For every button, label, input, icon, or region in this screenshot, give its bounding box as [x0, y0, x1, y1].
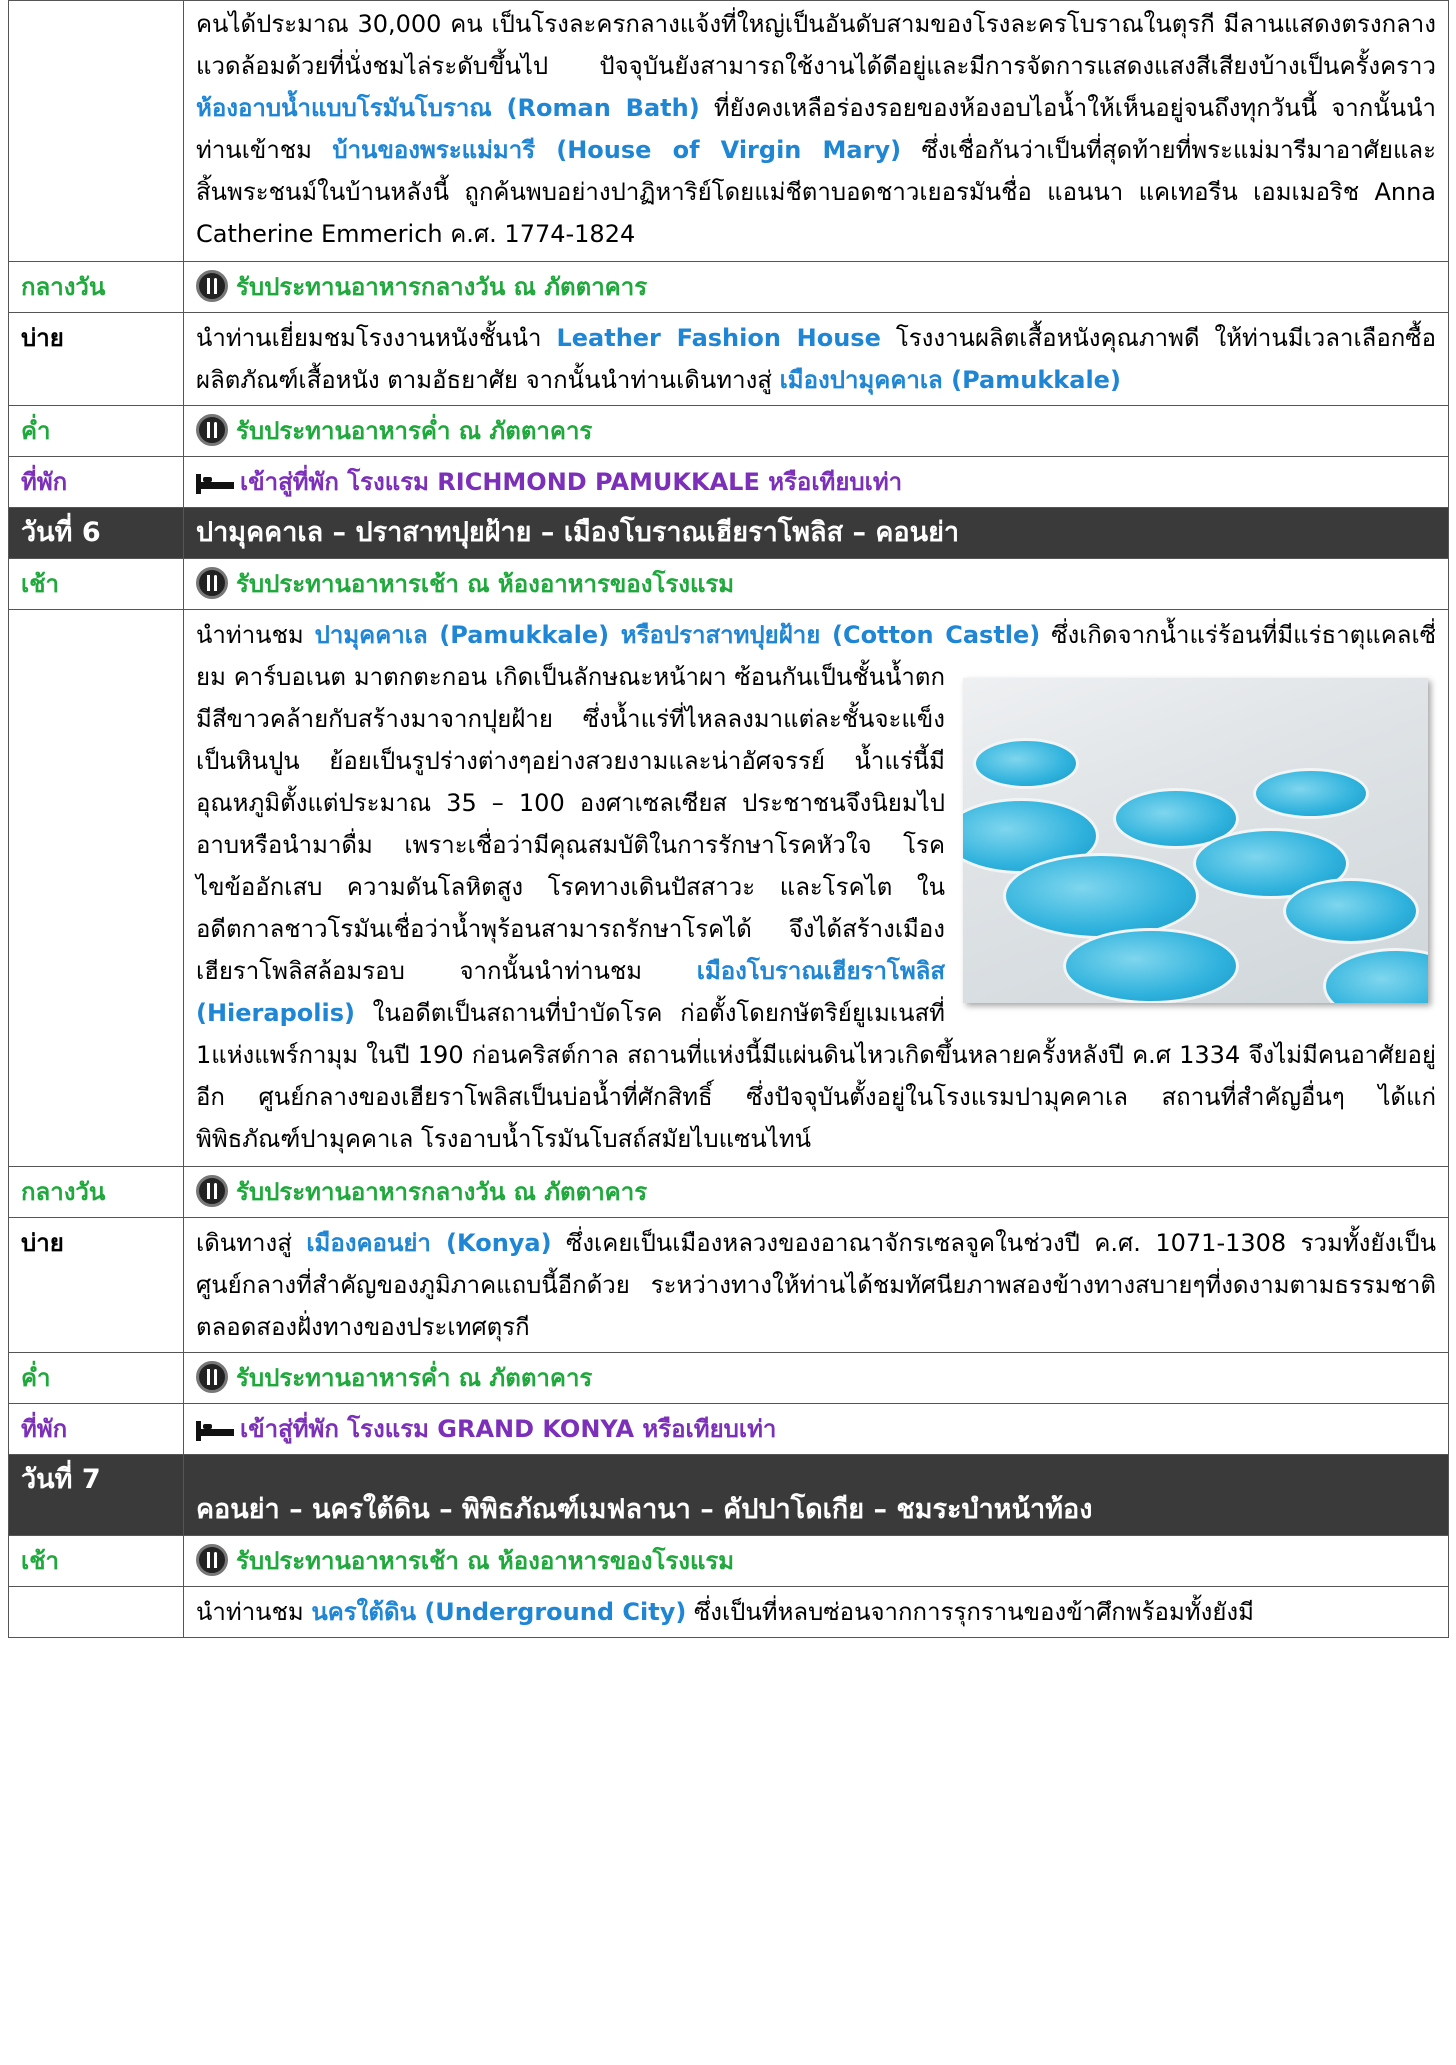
leather-fashion-house-link: Leather Fashion House [556, 324, 881, 352]
pamukkale-terraces-photo [963, 678, 1428, 1003]
pamukkale-description: นำท่านชม ปามุคคาเล (Pamukkale) หรือปราสา… [183, 609, 1449, 1167]
dinner-text: รับประทานอาหารค่ำ ณ ภัตตาคาร [236, 417, 593, 445]
meal-plate-icon [196, 567, 228, 599]
konya-description: เดินทางสู่ เมืองคอนย่า (Konya) ซึ่งเคยเป… [183, 1217, 1449, 1353]
dinner-text: รับประทานอาหารค่ำ ณ ภัตตาคาร [236, 1364, 593, 1392]
hotel-row-6: ที่พัก เข้าสู่ที่พัก โรงแรม GRAND KONYA … [8, 1403, 1449, 1455]
meal-plate-icon [196, 1361, 228, 1393]
day-7-title: คอนย่า – นครใต้ดิน – พิพิธภัณฑ์เมฟลานา –… [183, 1454, 1449, 1536]
lunch-row-1: กลางวัน รับประทานอาหารกลางวัน ณ ภัตตาคาร [8, 261, 1449, 313]
hotel-row-1: ที่พัก เข้าสู่ที่พัก โรงแรม RICHMOND PAM… [8, 456, 1449, 508]
dinner-label: ค่ำ [8, 405, 184, 457]
day-7-header: วันที่ 7 คอนย่า – นครใต้ดิน – พิพิธภัณฑ์… [8, 1454, 1449, 1536]
lunch-text: รับประทานอาหารกลางวัน ณ ภัตตาคาร [236, 1178, 648, 1206]
hotel-label: ที่พัก [8, 1403, 184, 1455]
breakfast-row-6: เช้า รับประทานอาหารเช้า ณ ห้องอาหารของโร… [8, 558, 1449, 610]
pamukkale-city-link: เมืองปามุคคาเล (Pamukkale) [779, 366, 1121, 394]
konya-city-link: เมืองคอนย่า (Konya) [306, 1229, 552, 1257]
itinerary-table: คนได้ประมาณ 30,000 คน เป็นโรงละครกลางแจ้… [8, 0, 1449, 1638]
afternoon-description: นำท่านเยี่ยมชมโรงงานหนังชั้นนำ Leather F… [183, 312, 1449, 406]
lunch-row-6: กลางวัน รับประทานอาหารกลางวัน ณ ภัตตาคาร [8, 1166, 1449, 1218]
hotel-text: เข้าสู่ที่พัก โรงแรม RICHMOND PAMUKKALE … [240, 468, 903, 496]
breakfast-row-7: เช้า รับประทานอาหารเช้า ณ ห้องอาหารของโร… [8, 1535, 1449, 1587]
dinner-label: ค่ำ [8, 1352, 184, 1404]
bed-icon [196, 474, 234, 494]
underground-city-description: นำท่านชม นครใต้ดิน (Underground City) ซึ… [183, 1586, 1449, 1638]
afternoon-row-6: บ่าย เดินทางสู่ เมืองคอนย่า (Konya) ซึ่ง… [8, 1217, 1449, 1353]
lunch-label: กลางวัน [8, 1166, 184, 1218]
breakfast-label: เช้า [8, 1535, 184, 1587]
hotel-text: เข้าสู่ที่พัก โรงแรม GRAND KONYA หรือเที… [240, 1415, 777, 1443]
dinner-row-6: ค่ำ รับประทานอาหารค่ำ ณ ภัตตาคาร [8, 1352, 1449, 1404]
meal-plate-icon [196, 1544, 228, 1576]
dinner-row-1: ค่ำ รับประทานอาหารค่ำ ณ ภัตตาคาร [8, 405, 1449, 457]
intro-row: คนได้ประมาณ 30,000 คน เป็นโรงละครกลางแจ้… [8, 0, 1449, 262]
afternoon-row-1: บ่าย นำท่านเยี่ยมชมโรงงานหนังชั้นนำ Leat… [8, 312, 1449, 406]
bed-icon [196, 1421, 234, 1441]
morning-row-7: นำท่านชม นครใต้ดิน (Underground City) ซึ… [8, 1586, 1449, 1638]
day-7-label: วันที่ 7 [8, 1454, 184, 1536]
hotel-label: ที่พัก [8, 456, 184, 508]
day-6-title: ปามุคคาเล – ปราสาทปุยฝ้าย – เมืองโบราณเฮ… [183, 507, 1449, 559]
pamukkale-cotton-castle-link: ปามุคคาเล (Pamukkale) หรือปราสาทปุยฝ้าย … [314, 621, 1041, 649]
afternoon-label: บ่าย [8, 1217, 184, 1353]
meal-plate-icon [196, 270, 228, 302]
day-6-header: วันที่ 6 ปามุคคาเล – ปราสาทปุยฝ้าย – เมื… [8, 507, 1449, 559]
house-of-virgin-mary-link: บ้านของพระแม่มารี (House of Virgin Mary) [332, 136, 902, 164]
breakfast-text: รับประทานอาหารเช้า ณ ห้องอาหารของโรงแรม [236, 570, 735, 598]
breakfast-text: รับประทานอาหารเช้า ณ ห้องอาหารของโรงแรม [236, 1547, 735, 1575]
afternoon-label: บ่าย [8, 312, 184, 406]
meal-plate-icon [196, 414, 228, 446]
roman-bath-link: ห้องอาบน้ำแบบโรมันโบราณ (Roman Bath) [196, 94, 700, 122]
lunch-label: กลางวัน [8, 261, 184, 313]
breakfast-label: เช้า [8, 558, 184, 610]
day-6-label: วันที่ 6 [8, 507, 184, 559]
meal-plate-icon [196, 1175, 228, 1207]
lunch-text: รับประทานอาหารกลางวัน ณ ภัตตาคาร [236, 273, 648, 301]
underground-city-link: นครใต้ดิน (Underground City) [311, 1598, 687, 1626]
morning-row-6: นำท่านชม ปามุคคาเล (Pamukkale) หรือปราสา… [8, 609, 1449, 1167]
intro-description: คนได้ประมาณ 30,000 คน เป็นโรงละครกลางแจ้… [183, 0, 1449, 262]
